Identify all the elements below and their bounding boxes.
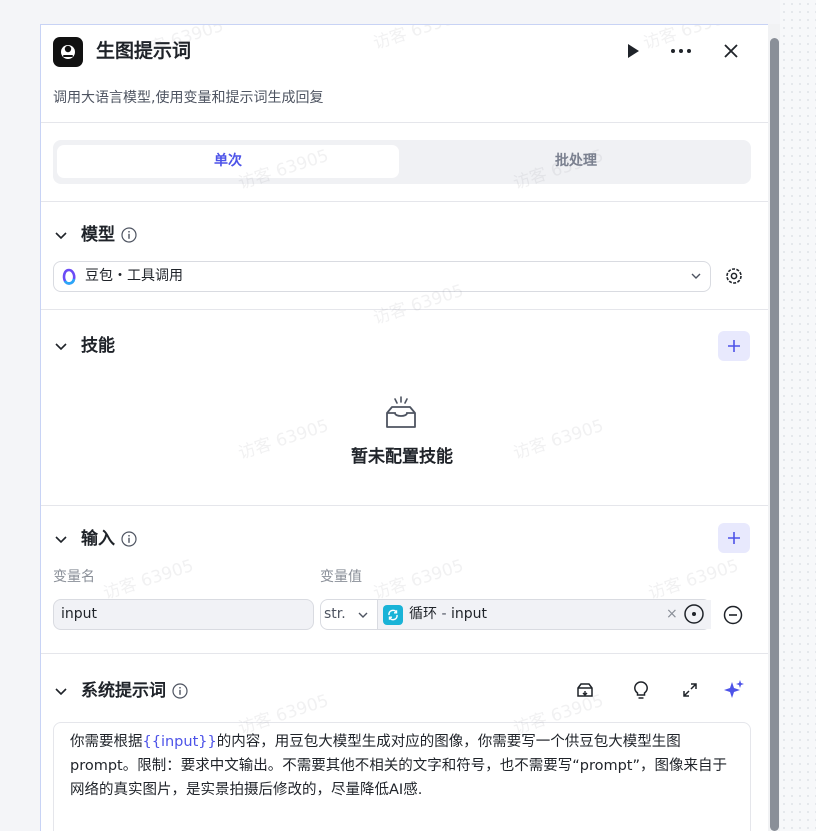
node-description: 调用大语言模型,使用变量和提示词生成回复	[53, 90, 324, 106]
source-node-name: 循环	[409, 606, 437, 622]
system-prompt-editor[interactable]: 你需要根据{{input}}的内容，用豆包大模型生成对应的图像，你需要写一个供豆…	[53, 722, 751, 831]
more-button[interactable]	[667, 37, 695, 65]
type-select[interactable]: str.	[321, 600, 376, 629]
watermark: 访客 63905	[645, 555, 742, 604]
close-icon	[724, 44, 738, 58]
doubao-logo-icon	[62, 268, 76, 285]
sparkle-icon	[724, 680, 744, 698]
system-prompt-title: 系统提示词	[81, 681, 166, 701]
watermark: 访客 63905	[370, 555, 467, 604]
minus-circle-icon[interactable]	[723, 605, 743, 625]
divider	[41, 505, 769, 506]
prompt-variable-reference: {{input}}	[142, 734, 217, 750]
divider	[41, 122, 769, 123]
model-name: 豆包・工具调用	[85, 268, 183, 284]
chevron-down-icon	[55, 688, 67, 696]
expand-button[interactable]	[678, 678, 702, 702]
prompt-tips-button[interactable]	[629, 678, 653, 702]
lightbulb-icon	[634, 681, 648, 699]
variable-reference-text: 循环 - input	[409, 600, 487, 629]
type-label: str.	[324, 606, 346, 622]
column-label-name: 变量名	[53, 569, 95, 585]
add-input-button[interactable]	[718, 523, 750, 553]
chevron-down-icon	[691, 273, 701, 279]
prompt-text: 你需要根据	[70, 734, 143, 750]
variable-name-input[interactable]: input	[53, 599, 314, 630]
run-button[interactable]	[621, 37, 645, 65]
ai-optimize-button[interactable]	[722, 678, 746, 702]
clear-reference-button[interactable]: ×	[666, 600, 678, 629]
node-config-panel: 生图提示词 调用大语言模型,使用变量和提示词生成回复 单次 批处理 模型 豆包・…	[40, 24, 770, 831]
empty-box-icon	[386, 396, 416, 428]
close-button[interactable]	[719, 37, 743, 65]
watermark: 访客 63905	[100, 555, 197, 604]
prompt-library-button[interactable]	[573, 678, 597, 702]
node-title: 生图提示词	[96, 40, 192, 62]
input-section-title: 输入	[81, 529, 115, 549]
tab-single[interactable]: 单次	[57, 145, 399, 178]
model-section-header[interactable]: 模型	[53, 223, 137, 247]
reference-separator: -	[441, 606, 447, 622]
divider	[41, 653, 769, 654]
plus-icon	[728, 532, 740, 544]
play-icon	[628, 44, 639, 58]
canvas-background	[780, 0, 816, 831]
target-icon[interactable]	[683, 603, 705, 625]
variable-value-field: str. 循环 - input ×	[320, 599, 711, 630]
info-icon[interactable]	[121, 531, 137, 547]
info-icon[interactable]	[121, 227, 137, 243]
model-section-title: 模型	[81, 225, 115, 245]
add-skill-button[interactable]	[718, 331, 750, 361]
gear-icon[interactable]	[723, 265, 745, 287]
more-dots-icon	[671, 49, 691, 53]
chevron-down-icon	[55, 536, 67, 544]
expand-icon	[683, 683, 697, 697]
chevron-down-icon	[55, 343, 67, 351]
chevron-down-icon	[358, 612, 368, 618]
skills-section-title: 技能	[81, 336, 115, 356]
info-icon[interactable]	[172, 683, 188, 699]
source-variable-name: input	[450, 606, 487, 622]
plus-icon	[728, 340, 740, 352]
divider	[41, 201, 769, 202]
robot-icon	[53, 37, 83, 67]
loop-icon	[383, 605, 403, 625]
prompt-library-icon	[577, 683, 593, 697]
tab-batch[interactable]: 批处理	[405, 145, 747, 178]
panel-header: 生图提示词 调用大语言模型,使用变量和提示词生成回复	[41, 25, 769, 125]
column-label-value: 变量值	[320, 569, 362, 585]
mode-tabs: 单次 批处理	[53, 140, 751, 184]
chevron-down-icon	[55, 232, 67, 240]
system-prompt-section-header[interactable]: 系统提示词	[53, 679, 188, 703]
input-section-header[interactable]: 输入	[53, 527, 137, 551]
skills-section-header[interactable]: 技能	[53, 334, 115, 358]
divider	[41, 309, 769, 310]
scrollbar-thumb[interactable]	[770, 38, 779, 831]
model-select[interactable]: 豆包・工具调用	[53, 261, 711, 292]
variable-reference[interactable]: 循环 - input ×	[377, 600, 711, 629]
skills-empty-text: 暂未配置技能	[351, 447, 453, 467]
